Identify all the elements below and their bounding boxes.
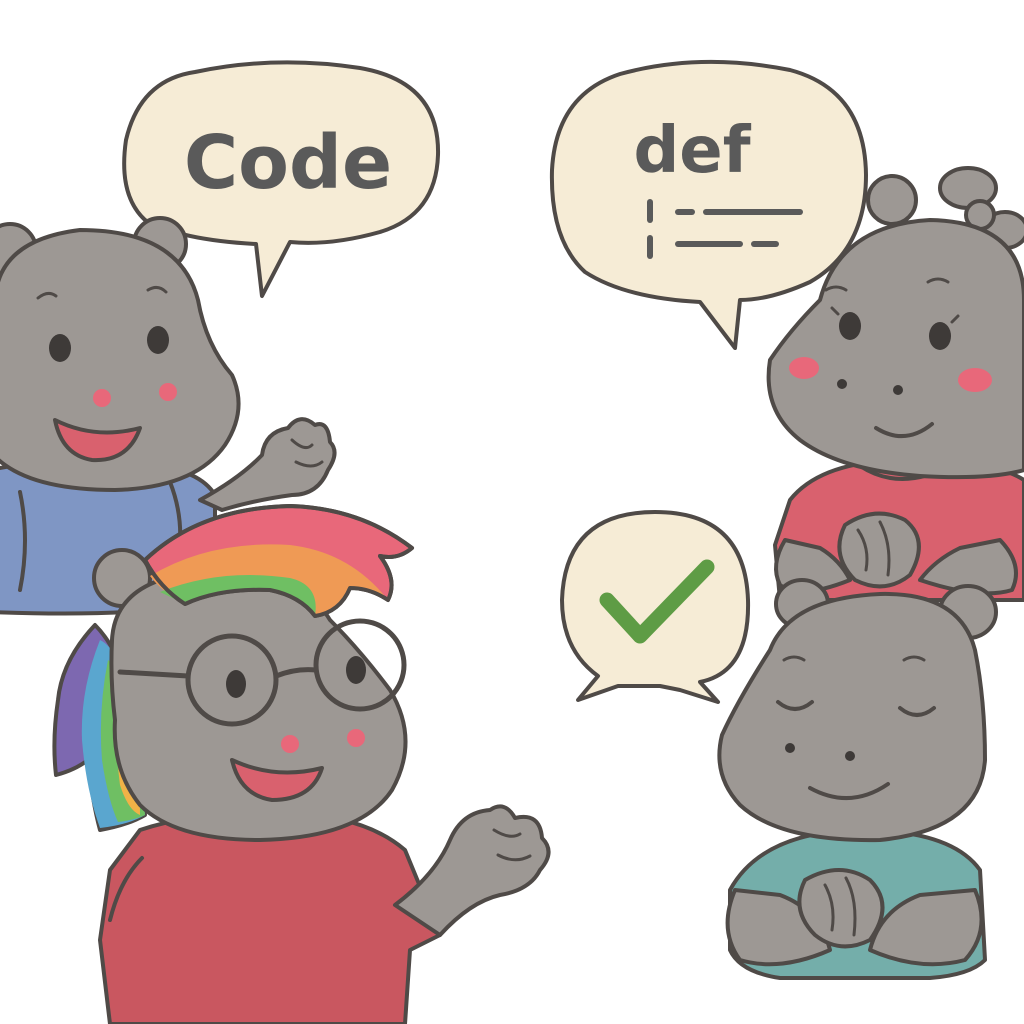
def-bubble-text: def <box>633 114 751 188</box>
code-bubble-text: Code <box>184 120 392 206</box>
checkmark-speech-bubble <box>560 510 751 704</box>
character-bottom-left-rainbow-hair <box>52 504 551 1024</box>
red-shirt <box>98 812 442 1024</box>
illustration-scene: Code def <box>0 59 1024 1024</box>
character-bottom-right-teal-shirt <box>717 578 998 980</box>
hippo-head <box>109 569 408 842</box>
clasped-hands <box>837 511 921 589</box>
waving-hand <box>393 804 551 937</box>
hippo-head <box>717 591 987 843</box>
